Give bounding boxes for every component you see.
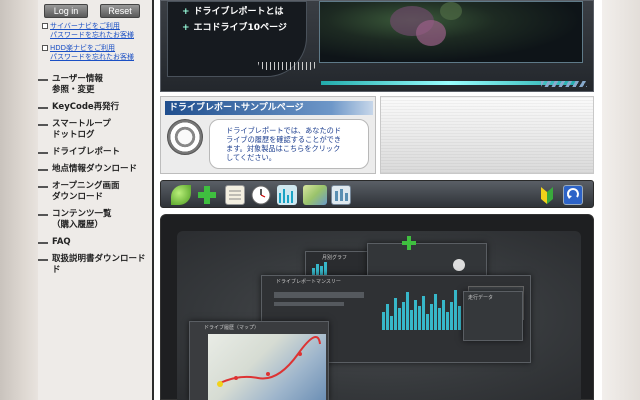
sidebar-item-smartloop[interactable]: スマートループ ドットログ xyxy=(38,119,150,141)
banner-map-image xyxy=(319,1,583,63)
page-background-right xyxy=(602,0,640,400)
forgot-password-link-cybernavi[interactable]: サイバーナビをご利用 パスワードを忘れたお客様 xyxy=(42,22,134,40)
leaf-icon[interactable] xyxy=(171,185,191,205)
sidebar-item-faq[interactable]: FAQ xyxy=(38,237,150,248)
top-banner: + ドライブレポートとは + エコドライブ10ページ xyxy=(160,0,594,92)
sidebar-item-manual-download[interactable]: 取扱説明書ダウンロード ド xyxy=(38,254,150,276)
mini-bar-chart xyxy=(312,262,327,276)
preview-bar-chart xyxy=(382,288,461,330)
banner-link-panel: + ドライブレポートとは + エコドライブ10ページ xyxy=(167,1,318,77)
document-icon[interactable] xyxy=(225,185,245,205)
gauge-icon[interactable] xyxy=(331,185,351,205)
page-background-left xyxy=(0,0,38,400)
reset-button[interactable]: Reset xyxy=(100,4,140,18)
checkbox-icon xyxy=(42,23,48,29)
drive-report-preview: 月別グラフ ドライブレポートマンスリー ドライブ履歴（マップ） 走行データ xyxy=(160,214,594,400)
sample-page-box[interactable]: ドライブレポートサンプルページ ドライブレポートでは、あなたのド ライブの履歴を… xyxy=(160,96,376,174)
map-icon[interactable] xyxy=(303,185,327,205)
plus-icon: + xyxy=(182,23,190,33)
checkbox-icon xyxy=(42,45,48,51)
sidebar-item-location-download[interactable]: 地点情報ダウンロード xyxy=(38,164,150,175)
sidebar: Log in Reset サイバーナビをご利用 パスワードを忘れたお客様 HDD… xyxy=(38,0,154,400)
feature-toolbar xyxy=(160,180,594,208)
sample-page-description[interactable]: ドライブレポートでは、あなたのド ライブの履歴を確認することができ ます。対象製… xyxy=(209,119,369,169)
login-button[interactable]: Log in xyxy=(44,4,88,18)
sidebar-nav: ユーザー情報 参照・変更 KeyCode再発行 スマートループ ドットログ ドラ… xyxy=(38,74,150,282)
preview-panel-drive-map: ドライブ履歴（マップ） xyxy=(189,321,329,400)
clock-icon xyxy=(453,259,465,271)
sidebar-item-user-info[interactable]: ユーザー情報 参照・変更 xyxy=(38,74,150,96)
clock-icon[interactable] xyxy=(251,185,271,205)
plus-icon[interactable] xyxy=(197,185,217,205)
plus-icon xyxy=(402,236,416,250)
sidebar-item-keycode[interactable]: KeyCode再発行 xyxy=(38,102,150,113)
preview-stage: 月別グラフ ドライブレポートマンスリー ドライブ履歴（マップ） 走行データ xyxy=(177,231,581,400)
sample-page-title: ドライブレポートサンプルページ xyxy=(165,101,373,115)
banner-hatch-decoration xyxy=(541,81,587,87)
preview-panel-data: 走行データ xyxy=(463,291,523,341)
sidebar-item-opening-screen[interactable]: オープニング画面 ダウンロード xyxy=(38,181,150,203)
gauge-ticks-decoration xyxy=(258,62,318,70)
back-icon[interactable] xyxy=(563,185,583,205)
forgot-password-link-hddnavi[interactable]: HDD楽ナビをご利用 パスワードを忘れたお客様 xyxy=(42,44,134,62)
steering-wheel-icon xyxy=(167,119,203,155)
plus-icon: + xyxy=(182,7,190,17)
sidebar-item-drive-report[interactable]: ドライブレポート xyxy=(38,147,150,158)
sidebar-item-contents-list[interactable]: コンテンツ一覧 （購入履歴） xyxy=(38,209,150,231)
bar-chart-icon[interactable] xyxy=(277,185,297,205)
login-row: Log in Reset xyxy=(44,4,140,18)
banner-accent-strip xyxy=(321,81,577,85)
banner-link-about-drive-report[interactable]: + ドライブレポートとは xyxy=(182,4,284,17)
side-info-panel xyxy=(380,96,594,174)
beginner-mark-icon[interactable] xyxy=(537,185,557,205)
banner-link-eco-drive[interactable]: + エコドライブ10ページ xyxy=(182,20,287,33)
map-thumbnail xyxy=(208,334,326,400)
